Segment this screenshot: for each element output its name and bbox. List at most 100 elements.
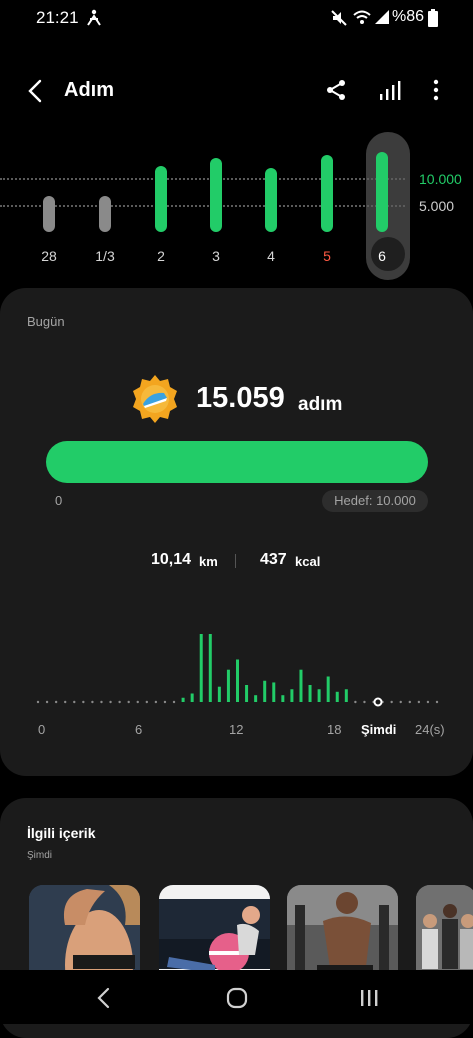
back-arrow-icon[interactable] — [24, 78, 48, 104]
home-nav-icon[interactable] — [225, 986, 249, 1010]
battery-percent: %86 — [392, 8, 425, 25]
goal-line-5000 — [0, 205, 405, 207]
mute-icon — [331, 10, 347, 26]
hour-label-18: 18 — [327, 722, 342, 737]
signal-icon — [375, 10, 389, 24]
day-bar-3[interactable] — [210, 157, 222, 232]
hour-label-6: 6 — [135, 722, 143, 737]
page-title: Adım — [64, 79, 114, 101]
step-progress-bar — [46, 441, 428, 483]
system-nav-bar — [0, 970, 473, 1024]
hourly-bar — [208, 634, 212, 702]
battery-icon — [428, 9, 438, 27]
day-label-27[interactable]: 27 — [0, 248, 6, 264]
step-unit: adım — [298, 394, 343, 415]
day-label-1-3[interactable]: 1/3 — [85, 248, 125, 264]
hourly-empty-dot — [390, 700, 393, 704]
hour-label-12: 12 — [229, 722, 244, 737]
accessibility-icon — [87, 9, 101, 26]
more-vert-icon[interactable] — [424, 78, 448, 102]
hourly-chart-svg — [36, 634, 439, 707]
hourly-empty-dot — [136, 700, 139, 704]
day-bar-6[interactable] — [376, 152, 388, 232]
hourly-bar — [272, 682, 276, 702]
hourly-empty-dot — [145, 700, 149, 704]
distance-unit: km — [199, 554, 218, 569]
hourly-bar — [190, 693, 194, 702]
progress-start-label: 0 — [55, 493, 63, 508]
hourly-bar — [254, 695, 258, 702]
app-bar: Adım — [0, 66, 473, 116]
hourly-bar — [281, 695, 285, 702]
hour-label-24: 24(s) — [415, 722, 445, 737]
day-label-4[interactable]: 4 — [251, 248, 291, 264]
achievement-badge-icon — [133, 375, 177, 423]
hourly-step-chart: 0 6 12 18 Şimdi 24(s) — [0, 618, 473, 748]
day-bar-1-3[interactable] — [99, 196, 111, 232]
hourly-bar — [181, 697, 185, 702]
hourly-empty-dot — [408, 700, 411, 704]
goal-label-high: 10.000 — [419, 171, 462, 187]
hourly-bar — [199, 634, 203, 702]
hourly-empty-dot — [109, 700, 112, 704]
hourly-empty-dot — [73, 700, 76, 704]
status-time: 21:21 — [36, 8, 79, 27]
hourly-empty-dot — [64, 700, 67, 704]
day-label-6[interactable]: 6 — [362, 248, 402, 264]
day-label-28[interactable]: 28 — [29, 248, 69, 264]
goal-label-low: 5.000 — [419, 198, 455, 214]
hourly-bar — [217, 686, 221, 702]
day-bar-4[interactable] — [265, 168, 277, 232]
today-card: Bugün 15.059 adım 0 Hedef: 10.000 10,14 … — [0, 288, 473, 776]
calories-value: 437 — [260, 551, 287, 568]
related-subtitle: Şimdi — [27, 850, 53, 861]
hourly-empty-dot — [363, 700, 366, 704]
hourly-bar — [245, 685, 249, 702]
back-nav-icon[interactable] — [94, 986, 114, 1010]
goal-chip: Hedef: 10.000 — [322, 490, 428, 512]
day-bar-2[interactable] — [155, 165, 167, 232]
share-icon[interactable] — [324, 78, 348, 102]
hour-label-now: Şimdi — [361, 722, 397, 737]
hourly-empty-dot — [417, 700, 421, 704]
hourly-empty-dot — [82, 700, 85, 704]
day-label-2[interactable]: 2 — [141, 248, 181, 264]
status-bar: 21:21 %86 — [0, 0, 473, 36]
hourly-empty-dot — [154, 700, 158, 704]
hourly-bar — [317, 689, 321, 702]
step-count: 15.059 — [196, 382, 285, 414]
stats-divider — [235, 554, 236, 568]
hourly-bar — [299, 669, 303, 702]
distance-value: 10,14 — [151, 551, 192, 568]
hour-label-0: 0 — [38, 722, 46, 737]
hourly-empty-dot — [91, 700, 94, 704]
recents-nav-icon[interactable] — [358, 986, 380, 1010]
hourly-bar — [326, 676, 330, 702]
hourly-empty-dot — [118, 700, 121, 704]
hourly-empty-dot — [36, 700, 40, 704]
hourly-empty-dot — [172, 700, 176, 704]
hourly-empty-dot — [435, 700, 439, 704]
now-marker — [373, 697, 383, 707]
related-title: İlgili içerik — [27, 825, 96, 841]
day-bar-5[interactable] — [321, 154, 333, 232]
hourly-bar — [308, 685, 312, 702]
hourly-empty-dot — [45, 700, 49, 704]
chart-bars-icon[interactable] — [378, 78, 402, 102]
week-strip[interactable]: 10.000 5.000 27 28 1/3 23456 — [0, 130, 473, 280]
hourly-empty-dot — [399, 700, 402, 704]
hourly-empty-dot — [127, 700, 130, 704]
today-label: Bugün — [27, 314, 65, 329]
day-label-3[interactable]: 3 — [196, 248, 236, 264]
day-label-5[interactable]: 5 — [307, 248, 347, 264]
hourly-empty-dot — [163, 700, 167, 704]
hourly-empty-dot — [54, 700, 58, 704]
hourly-bar — [290, 689, 294, 702]
hourly-bar — [335, 691, 339, 702]
hourly-bar — [344, 689, 348, 702]
day-bar-28[interactable] — [43, 196, 55, 232]
hourly-empty-dot — [100, 700, 103, 704]
calories-unit: kcal — [295, 554, 321, 569]
goal-line-10000 — [0, 178, 405, 180]
hourly-empty-dot — [354, 700, 357, 704]
